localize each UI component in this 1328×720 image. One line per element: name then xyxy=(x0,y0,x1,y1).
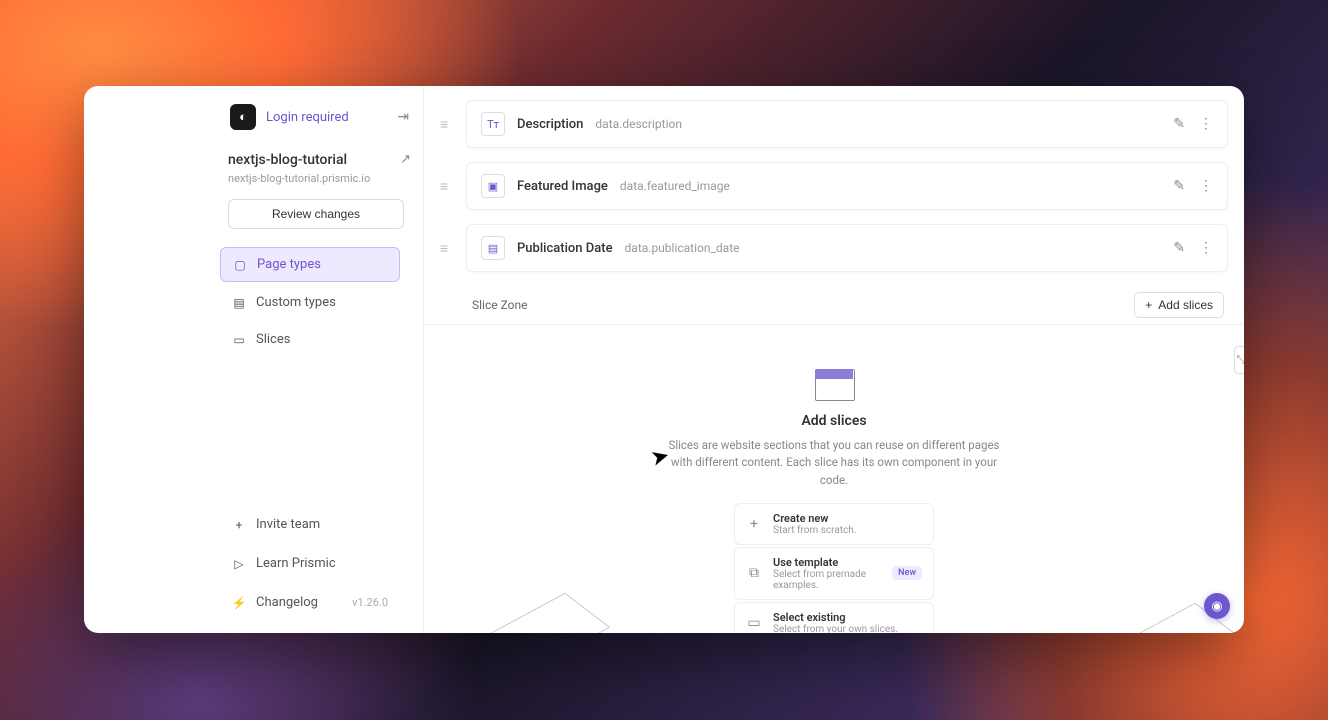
play-icon: ▷ xyxy=(232,557,246,571)
invite-team[interactable]: + Invite team xyxy=(220,508,400,541)
edit-icon[interactable]: ✎ xyxy=(1173,116,1185,132)
folder-icon: ▭ xyxy=(746,615,762,631)
field-api-id: data.description xyxy=(595,117,682,131)
slice-zone-header: Slice Zone + Add slices xyxy=(424,286,1244,325)
nav-label: Learn Prismic xyxy=(256,556,336,571)
option-title: Use template xyxy=(773,556,881,569)
more-icon[interactable]: ⋮ xyxy=(1199,116,1213,132)
section-title: Slice Zone xyxy=(472,298,527,312)
drag-handle-icon[interactable]: ≡ xyxy=(440,240,454,257)
option-create-new[interactable]: + Create new Start from scratch. xyxy=(734,503,934,545)
project-subdomain: nextjs-blog-tutorial.prismic.io xyxy=(228,172,411,185)
learn-prismic[interactable]: ▷ Learn Prismic xyxy=(220,547,400,580)
field-card[interactable]: ▣ Featured Image data.featured_image ✎ ⋮ xyxy=(466,162,1228,210)
nav-custom-types[interactable]: ▤ Custom types xyxy=(220,286,400,319)
option-title: Select existing xyxy=(773,611,922,624)
nav-label: Custom types xyxy=(256,295,336,310)
new-badge: New xyxy=(892,566,922,580)
floating-action-button[interactable]: ◉ xyxy=(1204,593,1230,619)
date-icon: ▤ xyxy=(481,236,505,260)
login-label: Login required xyxy=(266,110,387,125)
field-label: Publication Date xyxy=(517,241,613,256)
option-select-existing[interactable]: ▭ Select existing Select from your own s… xyxy=(734,602,934,633)
nav-page-types[interactable]: ▢ Page types xyxy=(220,247,400,282)
field-label: Description xyxy=(517,117,583,132)
template-icon: ⧉ xyxy=(746,565,762,581)
option-subtitle: Select from your own slices. xyxy=(773,624,922,633)
open-external-icon[interactable]: ↗ xyxy=(400,152,411,167)
login-action-icon[interactable]: ⇥ xyxy=(397,109,409,125)
option-title: Create new xyxy=(773,512,922,525)
edit-icon[interactable]: ✎ xyxy=(1173,178,1185,194)
plus-icon: + xyxy=(232,518,246,532)
changelog[interactable]: ⚡ Changelog v1.26.0 xyxy=(220,586,400,619)
drag-handle-icon[interactable]: ≡ xyxy=(440,178,454,195)
nav-label: Invite team xyxy=(256,517,320,532)
more-icon[interactable]: ⋮ xyxy=(1199,240,1213,256)
field-api-id: data.featured_image xyxy=(620,179,730,193)
slice-zone-empty-state: Add slices Slices are website sections t… xyxy=(424,325,1244,633)
plus-icon: + xyxy=(746,516,762,532)
empty-description: Slices are website sections that you can… xyxy=(664,437,1004,489)
field-label: Featured Image xyxy=(517,179,608,194)
add-slices-button[interactable]: + Add slices xyxy=(1134,292,1224,318)
field-api-id: data.publication_date xyxy=(625,241,740,255)
edit-icon[interactable]: ✎ xyxy=(1173,240,1185,256)
field-row-description: ≡ Tт Description data.description ✎ ⋮ xyxy=(424,100,1244,148)
slices-icon: ▭ xyxy=(232,333,246,347)
version-label: v1.26.0 xyxy=(352,596,388,609)
bolt-icon: ⚡ xyxy=(232,596,246,610)
field-card[interactable]: ▤ Publication Date data.publication_date… xyxy=(466,224,1228,272)
project-name: nextjs-blog-tutorial xyxy=(228,152,392,168)
nav-label: Changelog xyxy=(256,595,318,610)
nav-slices[interactable]: ▭ Slices xyxy=(220,323,400,356)
nav-label: Page types xyxy=(257,257,321,272)
sidebar: ◐ Login required ⇥ nextjs-blog-tutorial … xyxy=(84,86,424,633)
nav-label: Slices xyxy=(256,332,290,347)
empty-title: Add slices xyxy=(424,413,1244,429)
image-icon: ▣ xyxy=(481,174,505,198)
option-subtitle: Select from premade examples. xyxy=(773,569,881,591)
field-card[interactable]: Tт Description data.description ✎ ⋮ xyxy=(466,100,1228,148)
login-row[interactable]: ◐ Login required ⇥ xyxy=(228,100,411,134)
field-row-featured-image: ≡ ▣ Featured Image data.featured_image ✎… xyxy=(424,162,1244,210)
review-changes-button[interactable]: Review changes xyxy=(228,199,404,229)
app-logo-icon: ◐ xyxy=(230,104,256,130)
option-use-template[interactable]: ⧉ Use template Select from premade examp… xyxy=(734,547,934,600)
custom-types-icon: ▤ xyxy=(232,296,246,310)
richtext-icon: Tт xyxy=(481,112,505,136)
main-content: ≡ Tт Description data.description ✎ ⋮ ≡ … xyxy=(424,86,1244,633)
app-window: ◐ Login required ⇥ nextjs-blog-tutorial … xyxy=(84,86,1244,633)
more-icon[interactable]: ⋮ xyxy=(1199,178,1213,194)
button-label: Add slices xyxy=(1158,298,1213,312)
plus-icon: + xyxy=(1145,298,1152,312)
side-panel-toggle[interactable]: ⤡ xyxy=(1234,346,1244,374)
page-types-icon: ▢ xyxy=(233,258,247,272)
empty-illustration-icon xyxy=(811,363,857,403)
field-row-publication-date: ≡ ▤ Publication Date data.publication_da… xyxy=(424,224,1244,272)
option-subtitle: Start from scratch. xyxy=(773,525,922,536)
drag-handle-icon[interactable]: ≡ xyxy=(440,116,454,133)
